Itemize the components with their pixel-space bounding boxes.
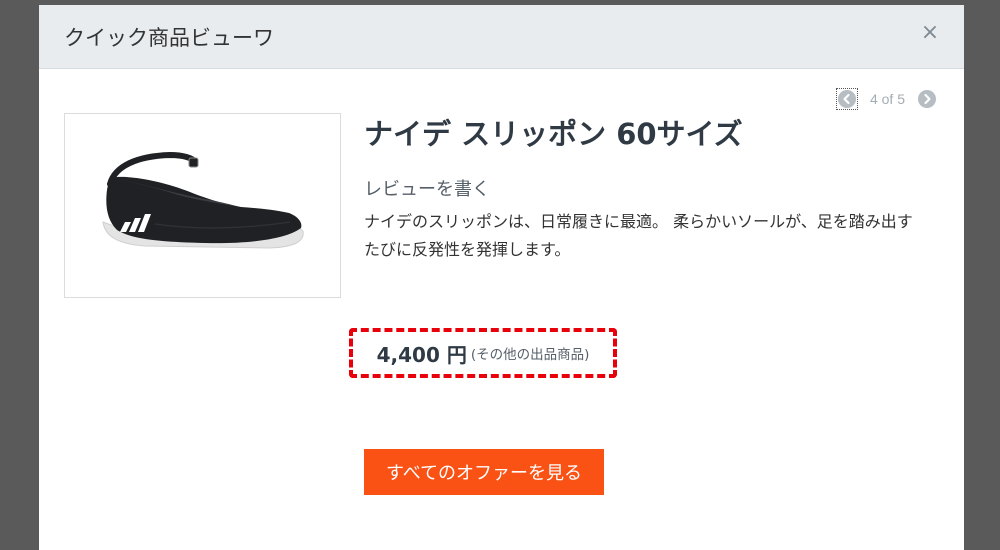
next-product-button[interactable]	[918, 90, 936, 108]
previous-product-button[interactable]	[835, 88, 858, 110]
modal-title: クイック商品ビューワ	[64, 26, 274, 50]
write-review-link[interactable]: レビューを書く	[364, 175, 490, 201]
view-all-offers-button[interactable]: すべてのオファーを見る	[364, 449, 604, 495]
product-description: ナイデのスリッポンは、日常履きに最適。 柔らかいソールが、足を踏み出すたびに反発…	[364, 212, 913, 259]
chevron-left-circle-icon	[837, 90, 856, 108]
close-button[interactable]: ×	[918, 19, 942, 47]
modal-header: クイック商品ビューワ ×	[39, 5, 964, 69]
product-pager: 4 of 5	[835, 87, 936, 111]
shoe-image	[102, 151, 304, 249]
price-highlight: 4,400 円 (その他の出品商品)	[349, 328, 617, 378]
product-price: 4,400 円	[376, 342, 467, 367]
close-icon: ×	[920, 20, 940, 45]
pager-label: 4 of 5	[869, 91, 905, 107]
chevron-right-circle-icon	[918, 90, 936, 108]
product-image[interactable]	[64, 113, 341, 298]
other-sellers-link[interactable]: (その他の出品商品)	[471, 343, 590, 363]
product-title: ナイデ スリッポン 60サイズ	[364, 117, 743, 151]
quick-view-modal: クイック商品ビューワ × 4 of 5 ナイデ スリッポン 60サイズ レビュー…	[39, 5, 964, 550]
